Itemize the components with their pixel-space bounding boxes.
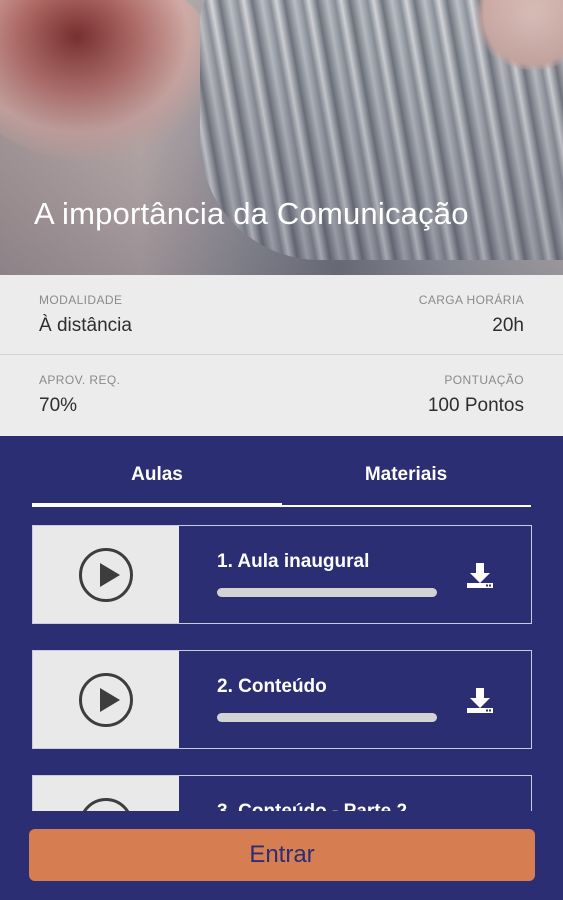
- info-value: À distância: [39, 315, 132, 336]
- info-value: 100 Pontos: [427, 395, 524, 416]
- lesson-list[interactable]: 1. Aula inaugural 2. Conteúdo 3. Conteúd…: [32, 525, 532, 811]
- active-tab-indicator: [32, 503, 282, 507]
- course-cover-image: A importância da Comunicação: [0, 0, 563, 275]
- course-info-panel: MODALIDADE À distância CARGA HORÁRIA 20h…: [0, 275, 563, 436]
- info-label: MODALIDADE: [39, 293, 123, 307]
- lesson-item[interactable]: 3. Conteúdo - Parte 2: [32, 775, 532, 811]
- download-icon[interactable]: [466, 561, 494, 589]
- lesson-item[interactable]: 2. Conteúdo: [32, 650, 532, 749]
- tab-aulas[interactable]: Aulas: [32, 464, 282, 486]
- lesson-item[interactable]: 1. Aula inaugural: [32, 525, 532, 624]
- lesson-thumbnail[interactable]: [33, 776, 179, 811]
- info-label: PONTUAÇÃO: [444, 373, 524, 387]
- lesson-title: 3. Conteúdo - Parte 2: [217, 801, 407, 811]
- play-icon[interactable]: [79, 673, 133, 727]
- enter-button[interactable]: Entrar: [29, 829, 535, 881]
- tab-materiais[interactable]: Materiais: [281, 464, 531, 486]
- lesson-title: 2. Conteúdo: [217, 676, 327, 697]
- lesson-thumbnail[interactable]: [33, 651, 179, 748]
- info-value: 70%: [39, 395, 78, 416]
- course-title: A importância da Comunicação: [34, 196, 469, 231]
- download-icon[interactable]: [466, 686, 494, 714]
- info-label: APROV. REQ.: [39, 373, 121, 387]
- lesson-thumbnail[interactable]: [33, 526, 179, 623]
- play-icon[interactable]: [79, 548, 133, 602]
- lesson-progress-bar: [217, 588, 437, 597]
- tab-bar: Aulas Materiais: [32, 436, 531, 507]
- info-label: CARGA HORÁRIA: [418, 293, 524, 307]
- lesson-title: 1. Aula inaugural: [217, 551, 370, 572]
- play-icon[interactable]: [79, 798, 133, 811]
- info-value: 20h: [492, 315, 524, 336]
- lesson-progress-bar: [217, 713, 437, 722]
